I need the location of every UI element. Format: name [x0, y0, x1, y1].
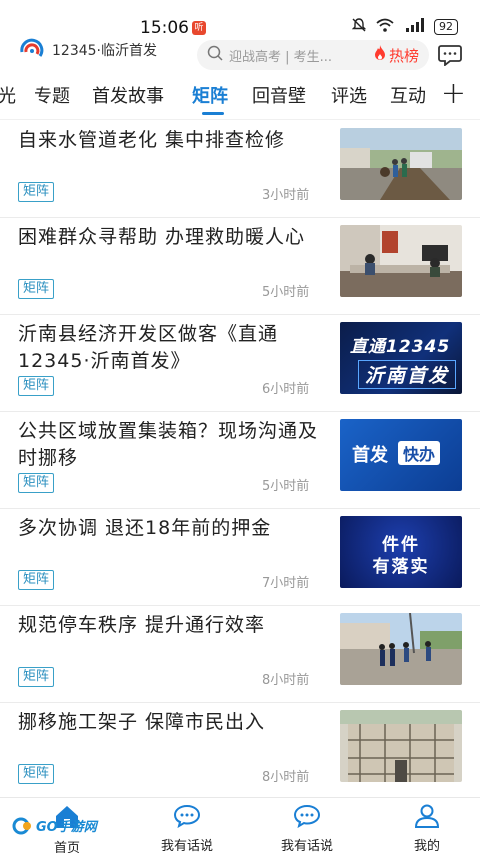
message-icon[interactable]	[438, 44, 462, 70]
status-time: 15:06	[140, 18, 189, 38]
watermark-text: GO手游网	[36, 820, 97, 835]
news-title: 自来水管道老化 集中排查检修	[18, 129, 286, 151]
notification-badge: 听	[192, 21, 206, 35]
nav-home-label: 首页	[53, 841, 80, 853]
nav-comment-label: 我有话说	[160, 839, 213, 853]
hot-list-button[interactable]: 热榜	[373, 45, 429, 66]
news-title: 多次协调 退还18年前的押金	[18, 517, 272, 539]
news-item[interactable]: 多次协调 退还18年前的押金 矩阵 7小时前 件件 有落实	[0, 509, 480, 606]
news-tag: 矩阵	[18, 764, 55, 784]
jianjian-banner: 件件 有落实	[340, 516, 462, 588]
news-time: 5小时前	[262, 285, 310, 300]
tab-juzhen[interactable]: 矩阵	[192, 82, 228, 108]
tab-shoufa-story[interactable]: 首发故事	[92, 82, 164, 108]
tab-guang[interactable]: 光	[0, 82, 16, 108]
tab-pingxuan[interactable]: 评选	[331, 82, 367, 108]
hot-list-label: 热榜	[388, 46, 419, 65]
news-item[interactable]: 挪移施工架子 保障市民出入 矩阵 8小时前	[0, 703, 480, 800]
nav-profile[interactable]: 我的	[382, 804, 472, 853]
chat-bubble-icon	[293, 804, 321, 832]
banner-line2: 沂南首发	[358, 360, 457, 389]
wifi-icon	[376, 18, 394, 36]
tab-huiyinbi[interactable]: 回音壁	[252, 82, 306, 108]
news-time: 3小时前	[262, 188, 310, 203]
nav-profile-label: 我的	[413, 839, 440, 853]
banner-line1: 直通12345	[350, 337, 451, 357]
mute-icon	[351, 18, 367, 36]
news-time: 7小时前	[262, 576, 310, 591]
tab-zhuanti[interactable]: 专题	[34, 82, 70, 108]
channel-tabs: 光 专题 首发故事 矩阵 回音壁 评选 互动 +	[0, 72, 480, 120]
news-title: 挪移施工架子 保障市民出入	[18, 711, 266, 733]
battery-indicator: 92	[434, 19, 458, 35]
logo-text: 12345·临沂首发	[52, 43, 157, 59]
street-officers-photo	[340, 613, 462, 685]
news-time: 8小时前	[262, 673, 310, 688]
app-logo: 12345·临沂首发	[18, 38, 157, 62]
tv-program-banner: 直通12345 沂南首发	[340, 322, 462, 394]
status-bar: 15:06 听 92	[0, 0, 480, 38]
signal-icon	[404, 18, 424, 36]
news-title: 沂南县经济开发区做客《直通12345·沂南首发》	[18, 323, 279, 372]
scaffold-photo	[340, 710, 462, 782]
news-list: 自来水管道老化 集中排查检修 矩阵 3小时前 困难群众寻帮助 办理救助暖人心 矩…	[0, 121, 480, 800]
office-photo	[340, 225, 462, 297]
flame-icon	[373, 45, 387, 65]
banner-line2: 快办	[398, 441, 441, 465]
news-time: 8小时前	[262, 770, 310, 785]
chat-bubble-icon	[173, 804, 201, 832]
news-tag: 矩阵	[18, 279, 55, 299]
nav-comment-label: 我有话说	[280, 839, 333, 853]
news-title: 公共区域放置集装箱？现场沟通及时挪移	[18, 420, 319, 469]
search-placeholder: 迎战高考 | 考生...	[229, 49, 333, 65]
news-title: 困难群众寻帮助 办理救助暖人心	[18, 226, 306, 248]
banner-line1: 首发	[352, 445, 388, 466]
news-time: 5小时前	[262, 479, 310, 494]
nav-comment-1[interactable]: 我有话说	[142, 804, 232, 853]
tab-hudong[interactable]: 互动	[390, 82, 426, 108]
app-header: 12345·临沂首发 迎战高考 | 考生... 热榜	[0, 38, 480, 72]
news-tag: 矩阵	[18, 570, 55, 590]
search-icon	[207, 45, 223, 65]
news-item[interactable]: 困难群众寻帮助 办理救助暖人心 矩阵 5小时前	[0, 218, 480, 315]
active-tab-indicator	[202, 112, 224, 115]
news-tag: 矩阵	[18, 667, 55, 687]
news-tag: 矩阵	[18, 182, 55, 202]
news-title: 规范停车秩序 提升通行效率	[18, 614, 266, 636]
news-item[interactable]: 沂南县经济开发区做客《直通12345·沂南首发》 矩阵 6小时前 直通12345…	[0, 315, 480, 412]
nav-comment-2[interactable]: 我有话说	[262, 804, 352, 853]
kuaiban-banner: 首发 快办	[340, 419, 462, 491]
bottom-nav: 首页 我有话说 我有话说 我的 GO手游网	[0, 797, 480, 853]
status-icons: 92	[351, 18, 458, 36]
search-bar[interactable]: 迎战高考 | 考生... 热榜	[197, 40, 429, 70]
news-item[interactable]: 规范停车秩序 提升通行效率 矩阵 8小时前	[0, 606, 480, 703]
news-tag: 矩阵	[18, 473, 55, 493]
street-repair-photo	[340, 128, 462, 200]
news-item[interactable]: 公共区域放置集装箱？现场沟通及时挪移 矩阵 5小时前 首发 快办	[0, 412, 480, 509]
news-time: 6小时前	[262, 382, 310, 397]
logo-icon	[18, 38, 48, 62]
news-item[interactable]: 自来水管道老化 集中排查检修 矩阵 3小时前	[0, 121, 480, 218]
add-channel-icon[interactable]: +	[434, 76, 466, 111]
banner-line2: 有落实	[372, 557, 430, 577]
news-tag: 矩阵	[18, 376, 55, 396]
watermark-logo: GO手游网	[12, 816, 97, 835]
user-icon	[414, 804, 440, 832]
